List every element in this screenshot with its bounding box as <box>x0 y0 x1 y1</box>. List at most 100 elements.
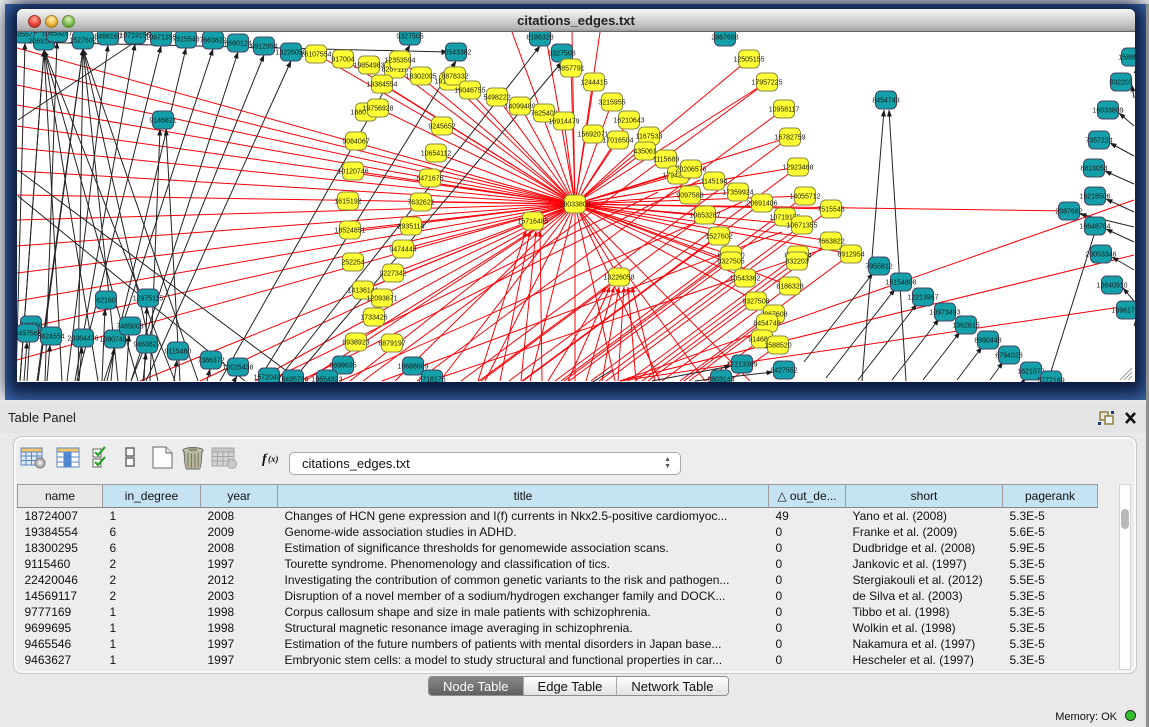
svg-text:8878332: 8878332 <box>441 74 468 81</box>
svg-text:8813054: 8813054 <box>1080 166 1107 173</box>
svg-text:7485003: 7485003 <box>116 324 143 331</box>
svg-text:3215955: 3215955 <box>598 100 625 107</box>
svg-text:10973493: 10973493 <box>929 310 960 317</box>
svg-text:18302095: 18302095 <box>405 74 436 81</box>
svg-text:9115460: 9115460 <box>165 349 192 356</box>
svg-text:16914479: 16914479 <box>548 119 579 126</box>
svg-text:9227342: 9227342 <box>379 271 406 278</box>
svg-text:2087682: 2087682 <box>1055 209 1082 216</box>
svg-text:12975115: 12975115 <box>133 296 164 303</box>
svg-text:1527602: 1527602 <box>69 38 96 45</box>
svg-text:7386372: 7386372 <box>197 358 224 365</box>
svg-text:10671355: 10671355 <box>786 223 817 230</box>
svg-text:13640910: 13640910 <box>1096 283 1127 290</box>
svg-text:8660124: 8660124 <box>224 41 251 48</box>
svg-text:8454749: 8454749 <box>872 98 899 105</box>
svg-text:9777169: 9777169 <box>1037 378 1064 383</box>
svg-text:7515546: 7515546 <box>172 37 199 44</box>
svg-text:2935114: 2935114 <box>398 224 425 231</box>
svg-text:8990448: 8990448 <box>974 338 1001 345</box>
svg-text:13226058: 13226058 <box>603 275 634 282</box>
svg-text:15716485: 15716485 <box>517 219 548 226</box>
svg-text:1733426: 1733426 <box>360 315 387 322</box>
svg-text:832203: 832203 <box>785 259 808 266</box>
svg-text:12505155: 12505155 <box>733 57 764 64</box>
svg-text:16154808: 16154808 <box>885 280 916 287</box>
svg-text:6879197: 6879197 <box>378 341 405 348</box>
svg-text:917004: 917004 <box>331 57 354 64</box>
svg-text:1588520: 1588520 <box>1118 55 1135 62</box>
svg-text:19384554: 19384554 <box>366 82 397 89</box>
svg-text:(x): (x) <box>268 454 279 464</box>
svg-text:1362615: 1362615 <box>952 323 979 330</box>
svg-text:12213967: 12213967 <box>907 295 938 302</box>
svg-text:7515546: 7515546 <box>817 207 844 214</box>
svg-text:9327505: 9327505 <box>396 34 423 41</box>
svg-text:19756928: 19756928 <box>362 106 393 113</box>
svg-text:7955812: 7955812 <box>865 264 892 271</box>
svg-text:16033809: 16033809 <box>559 202 590 209</box>
svg-text:1588520: 1588520 <box>764 343 791 350</box>
svg-text:10120746: 10120746 <box>337 169 368 176</box>
svg-text:9327508: 9327508 <box>548 51 575 58</box>
svg-text:10654112: 10654112 <box>421 151 452 158</box>
svg-text:16648784: 16648784 <box>1079 224 1110 231</box>
svg-text:62160: 62160 <box>96 298 116 305</box>
svg-text:9097588: 9097588 <box>676 193 703 200</box>
svg-text:8912954: 8912954 <box>250 44 277 51</box>
svg-text:10653287: 10653287 <box>41 32 72 38</box>
svg-text:10807487: 10807487 <box>99 337 130 344</box>
svg-text:1167533: 1167533 <box>636 134 663 141</box>
svg-text:8938923: 8938923 <box>342 340 369 347</box>
svg-text:14099489: 14099489 <box>504 104 535 111</box>
svg-text:18524851: 18524851 <box>334 228 365 235</box>
svg-text:16033809: 16033809 <box>1092 108 1123 115</box>
svg-text:17016504: 17016504 <box>602 138 633 145</box>
svg-text:17359924: 17359924 <box>722 190 753 197</box>
svg-text:252254: 252254 <box>341 260 364 267</box>
svg-text:10958117: 10958117 <box>769 107 800 114</box>
svg-text:2718176: 2718176 <box>418 377 445 383</box>
svg-text:1115689: 1115689 <box>653 157 679 164</box>
svg-text:1615192: 1615192 <box>334 199 361 206</box>
svg-text:8186328: 8186328 <box>526 35 553 42</box>
svg-text:832203: 832203 <box>1109 80 1132 87</box>
svg-text:7663822: 7663822 <box>817 239 844 246</box>
svg-text:20206576: 20206576 <box>675 167 706 174</box>
svg-text:2867608: 2867608 <box>711 35 738 42</box>
svg-text:1244415: 1244415 <box>580 80 607 87</box>
svg-text:2803144: 2803144 <box>707 377 734 383</box>
svg-text:5498222: 5498222 <box>483 95 510 102</box>
svg-text:9146821: 9146821 <box>149 118 176 125</box>
svg-text:10543362: 10543362 <box>729 276 760 283</box>
svg-text:16107554: 16107554 <box>300 52 331 59</box>
svg-text:17957225: 17957225 <box>751 80 782 87</box>
svg-text:9699695: 9699695 <box>329 363 356 370</box>
svg-text:12923468: 12923468 <box>782 165 813 172</box>
svg-text:10543362: 10543362 <box>440 50 471 57</box>
svg-text:7357224: 7357224 <box>1085 138 1112 145</box>
svg-text:10025438: 10025438 <box>222 365 253 372</box>
svg-text:9474444: 9474444 <box>389 247 416 254</box>
svg-text:16961758: 16961758 <box>1111 308 1135 315</box>
svg-text:9245652: 9245652 <box>428 124 455 131</box>
svg-text:9327508: 9327508 <box>742 299 769 306</box>
svg-text:12213369: 12213369 <box>726 362 757 369</box>
svg-text:19854983: 19854983 <box>353 63 384 70</box>
svg-text:1527602: 1527602 <box>705 234 732 241</box>
svg-text:6794028: 6794028 <box>995 353 1022 360</box>
svg-text:8454749: 8454749 <box>753 321 780 328</box>
svg-text:20691406: 20691406 <box>746 201 777 208</box>
svg-text:9084067: 9084067 <box>342 139 369 146</box>
svg-text:20053346: 20053346 <box>1085 252 1116 259</box>
svg-text:10688609: 10688609 <box>397 364 428 371</box>
svg-text:9857791: 9857791 <box>557 66 584 73</box>
svg-text:18495796: 18495796 <box>277 377 308 383</box>
svg-text:8471676: 8471676 <box>416 176 443 183</box>
svg-text:7663822: 7663822 <box>199 38 226 45</box>
svg-text:9463627: 9463627 <box>133 342 160 349</box>
svg-text:1145194: 1145194 <box>701 179 728 186</box>
svg-text:19654923: 19654923 <box>311 377 342 383</box>
svg-text:435061: 435061 <box>633 149 656 156</box>
svg-text:12353594: 12353594 <box>384 58 415 65</box>
